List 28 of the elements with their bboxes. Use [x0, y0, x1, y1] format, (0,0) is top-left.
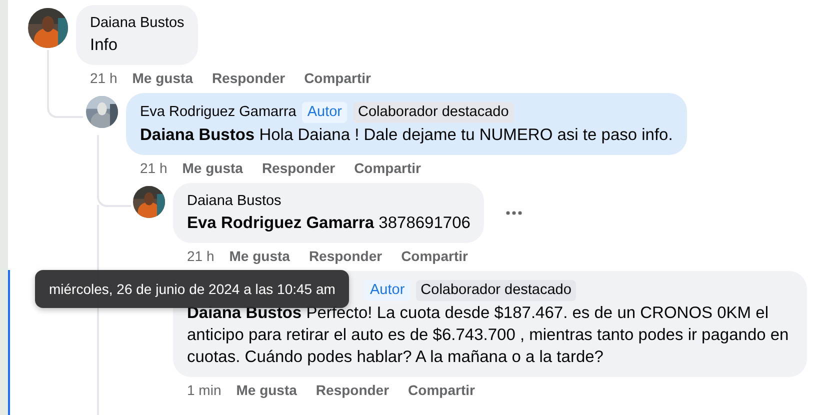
author-name[interactable]: Eva Rodriguez Gamarra: [140, 103, 296, 122]
badge: Colaborador destacado: [416, 280, 576, 301]
action-link[interactable]: Responder: [262, 159, 336, 177]
action-link[interactable]: Responder: [308, 247, 382, 265]
action-link[interactable]: Compartir: [401, 247, 468, 265]
action-link[interactable]: Me gusta: [182, 159, 243, 177]
action-link[interactable]: Me gusta: [132, 69, 193, 87]
comment-text: Daiana Bustos Hola Daiana ! Dale dejame tu NUMERO asi te paso info.: [140, 125, 673, 146]
comment-text: Info: [90, 35, 119, 56]
action-link[interactable]: Responder: [316, 381, 390, 399]
badge: Colaborador destacado: [353, 102, 514, 123]
comment-time[interactable]: 21 h: [90, 69, 118, 87]
action-link[interactable]: Me gusta: [236, 381, 297, 399]
action-link[interactable]: Responder: [212, 69, 286, 87]
author-name[interactable]: Daiana Bustos: [187, 192, 282, 211]
action-link[interactable]: Compartir: [354, 159, 421, 177]
author-name[interactable]: Daiana Bustos: [90, 14, 184, 33]
action-link[interactable]: Compartir: [304, 69, 371, 87]
action-link[interactable]: Me gusta: [229, 247, 290, 265]
badge: Autor: [302, 102, 348, 123]
more-icon[interactable]: [506, 211, 522, 215]
comment-time[interactable]: 21 h: [187, 247, 214, 265]
badge: Autor: [365, 280, 410, 301]
comment-time[interactable]: 21 h: [140, 159, 168, 177]
comment-time[interactable]: 1 min: [187, 381, 222, 399]
tooltip: miércoles, 26 de junio de 2024 a las 10:45 am: [35, 270, 350, 308]
action-link[interactable]: Compartir: [408, 381, 475, 399]
comment-text: Eva Rodriguez Gamarra 3878691706: [187, 213, 470, 234]
